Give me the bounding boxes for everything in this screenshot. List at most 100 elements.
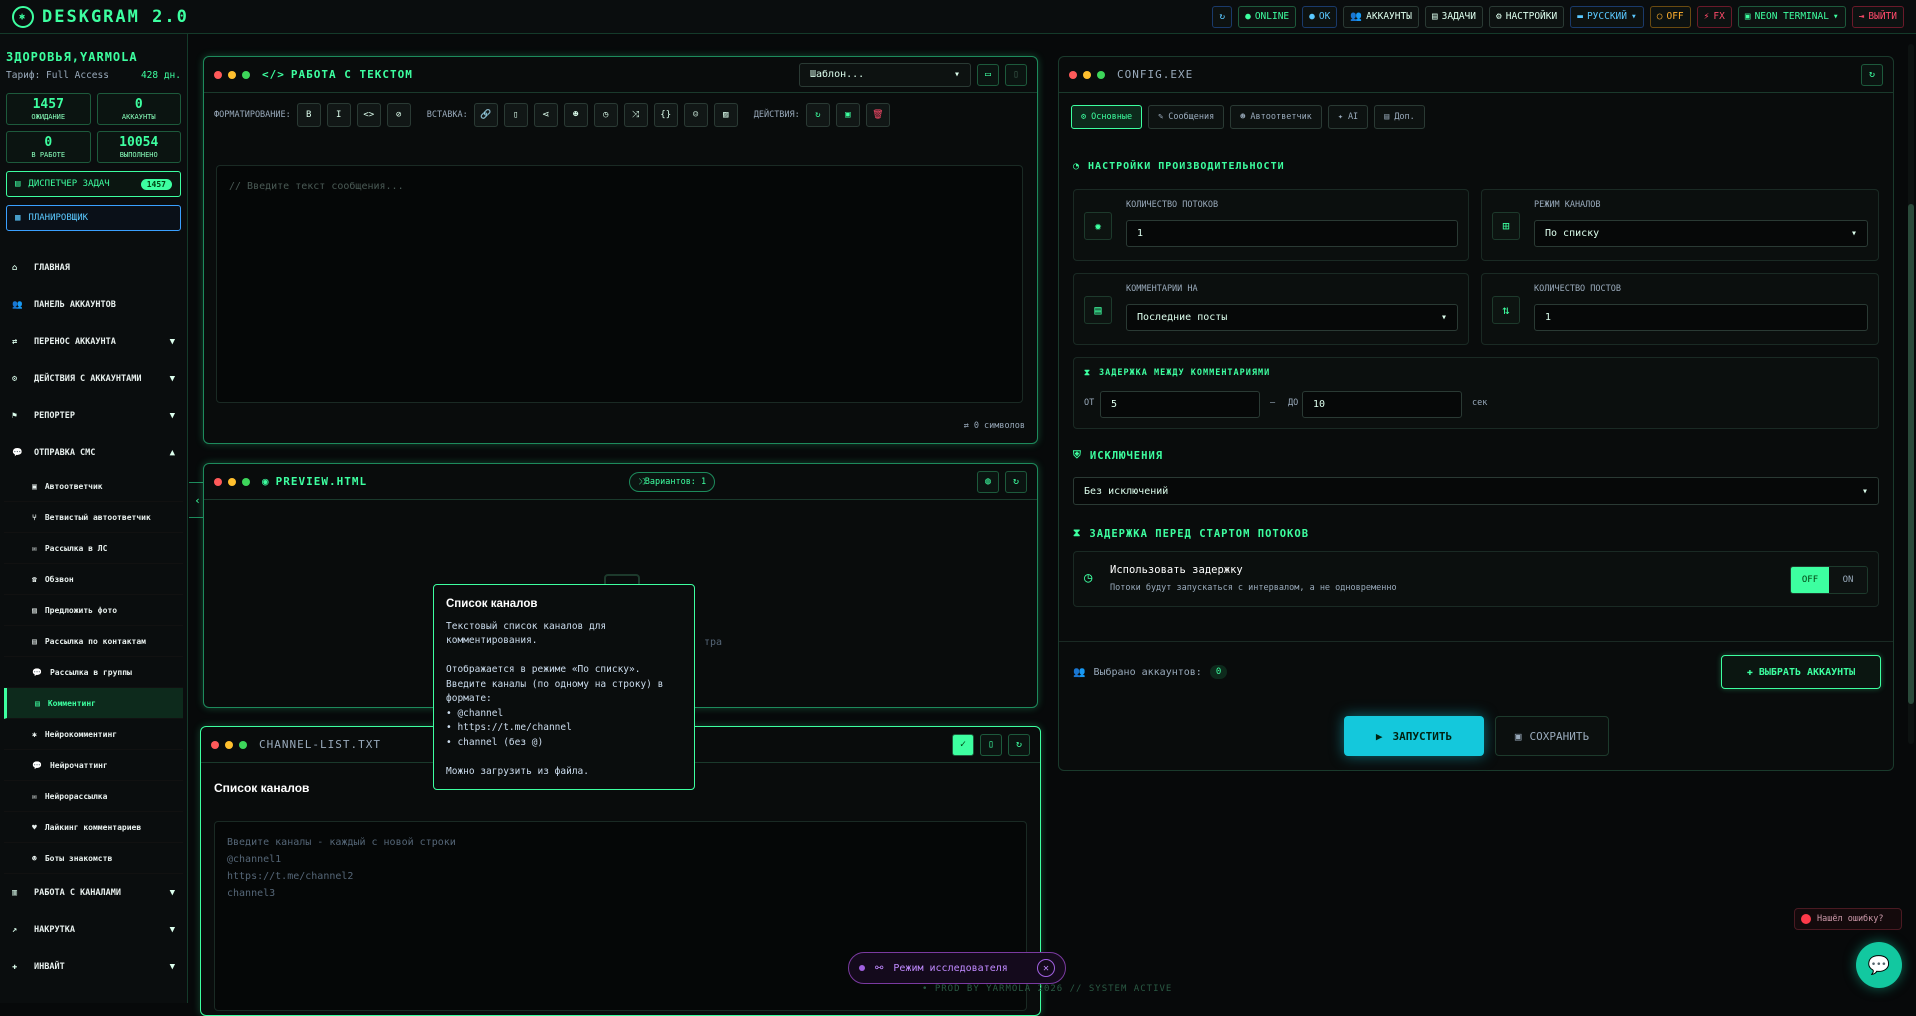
save-button[interactable]: ▣ СОХРАНИТЬ <box>1495 716 1609 756</box>
comments-on-select[interactable]: Последние посты ▾ <box>1126 304 1458 331</box>
nav-sub-branch-autoreply[interactable]: ⑂ Ветвистый автоответчик <box>4 502 183 533</box>
image-icon: ▨ <box>723 110 729 120</box>
scrollbar[interactable] <box>1908 44 1914 744</box>
off-toggle[interactable]: ○ OFF <box>1649 5 1691 28</box>
run-button[interactable]: ▶ ЗАПУСТИТЬ <box>1344 716 1484 756</box>
preview-refresh-button[interactable]: ↻ <box>1005 470 1027 493</box>
explorer-mode-pill[interactable]: ⚯ Режим исследователя ✕ <box>848 952 1066 984</box>
tab-messages[interactable]: ✎ Сообщения <box>1148 105 1225 129</box>
link-button[interactable]: 🔗 <box>473 103 498 127</box>
mail-icon: ✉ <box>32 791 37 801</box>
bot-button[interactable]: ☻ <box>563 103 588 127</box>
nav-transfer[interactable]: ⇄ ПЕРЕНОС АККАУНТА ▼ <box>0 323 187 360</box>
nav-sub-dating-bots[interactable]: ☻ Боты знакомств <box>4 843 183 874</box>
nav-home[interactable]: ⌂ ГЛАВНАЯ <box>0 249 187 286</box>
nav-sub-contacts[interactable]: ▤ Рассылка по контактам <box>4 626 183 657</box>
channel-mode-select[interactable]: По списку ▾ <box>1534 220 1868 247</box>
bookmark-icon: ▯ <box>1012 69 1020 80</box>
nav-actions[interactable]: ⚙ ДЕЙСТВИЯ С АККАУНТАМИ ▼ <box>0 360 187 397</box>
stat-in-work: 0В РАБОТЕ <box>6 131 91 163</box>
config-refresh-button[interactable]: ↻ <box>1861 63 1883 86</box>
bookmark-button[interactable]: ▯ <box>1005 63 1027 86</box>
delete-button[interactable]: 🗑 <box>865 103 890 127</box>
nav-reporter[interactable]: ⚑ РЕПОРТЕР ▼ <box>0 397 187 434</box>
choose-accounts-button[interactable]: ✚ ВЫБРАТЬ АККАУНТЫ <box>1721 655 1881 689</box>
dispatcher-button[interactable]: ▤ ДИСПЕТЧЕР ЗАДАЧ 1457 <box>6 171 181 197</box>
nav-sub-neurosend[interactable]: ✉ Нейрорассылка <box>4 781 183 812</box>
tab-extra[interactable]: ▤ Доп. <box>1374 105 1425 129</box>
variable-button[interactable]: {} <box>653 103 678 127</box>
reset-button[interactable]: ↻ <box>805 103 830 127</box>
nav-sub-dm[interactable]: ✉ Рассылка в ЛС <box>4 533 183 564</box>
clock-button[interactable]: ◷ <box>593 103 618 127</box>
use-delay-toggle[interactable]: OFF ON <box>1790 566 1868 594</box>
channel-file-button[interactable]: ▯ <box>980 733 1002 756</box>
template-select[interactable]: Шаблон... ▾ <box>799 62 971 87</box>
toggle-on[interactable]: ON <box>1829 567 1867 593</box>
robot-icon: ▣ <box>32 481 37 491</box>
nav-sub-groups[interactable]: 💬 Рассылка в группы <box>4 657 183 688</box>
accounts-button[interactable]: 👥 АККАУНТЫ <box>1343 5 1419 28</box>
selected-accounts: 👥 Выбрано аккаунтов: 0 <box>1073 665 1228 679</box>
shuffle-button[interactable]: ⤨ <box>623 103 648 127</box>
channel-refresh-button[interactable]: ↻ <box>1008 733 1030 756</box>
share-button[interactable]: ⋖ <box>533 103 558 127</box>
delay-to-input[interactable]: 10 <box>1302 391 1462 418</box>
template-folder-button[interactable]: ▭ <box>977 63 999 86</box>
palette-button[interactable]: ◍ <box>977 470 999 493</box>
nav-accounts-panel[interactable]: 👥 ПАНЕЛЬ АККАУНТОВ <box>0 286 187 323</box>
chevron-down-icon: ▼ <box>169 961 175 972</box>
toggle-off[interactable]: OFF <box>1791 567 1829 593</box>
delay-from-input[interactable]: 5 <box>1100 391 1260 418</box>
save-template-button[interactable]: ▣ <box>835 103 860 127</box>
nav-send[interactable]: 💬 ОТПРАВКА СМС ▲ <box>0 434 187 471</box>
app-logo[interactable]: ⎈ DESKGRAM 2.0 <box>12 5 189 28</box>
image-button[interactable]: ▨ <box>713 103 738 127</box>
tab-ai[interactable]: ✦ AI <box>1327 105 1369 129</box>
tab-main[interactable]: ⚙ Основные <box>1071 105 1143 129</box>
nav-sub-liking[interactable]: ♥ Лайкинг комментариев <box>4 812 183 843</box>
chevron-up-icon: ▲ <box>169 447 175 458</box>
nav-invite[interactable]: ✚ ИНВАЙТ ▼ <box>0 948 187 985</box>
nav-sub-neurochat[interactable]: 💬 Нейрочаттинг <box>4 750 183 781</box>
threads-input[interactable]: 1 <box>1126 220 1458 247</box>
theme-select[interactable]: ▣ NEON TERMINAL ▾ <box>1737 5 1846 28</box>
circle-icon: ○ <box>1656 11 1663 22</box>
spoiler-button[interactable]: ⊘ <box>386 103 411 127</box>
nav-channels[interactable]: ▥ РАБОТА С КАНАЛАМИ ▼ <box>0 874 187 911</box>
nav-sub-autoreply[interactable]: ▣ Автоответчик <box>4 471 183 502</box>
window-dot-green <box>242 477 250 486</box>
channel-check-button[interactable]: ✓ <box>952 733 974 756</box>
tasks-button[interactable]: ▤ ЗАДАЧИ <box>1424 5 1483 28</box>
message-textarea[interactable]: // Введите текст сообщения... <box>216 165 1023 403</box>
scrollbar-thumb[interactable] <box>1908 204 1914 704</box>
fx-button[interactable]: ⚡ FX <box>1696 5 1732 28</box>
refresh-button[interactable]: ↻ <box>1212 5 1233 28</box>
comment-icon: ▤ <box>35 698 40 708</box>
nav-sub-commenting[interactable]: ▤ Комментинг <box>4 688 183 719</box>
close-icon[interactable]: ✕ <box>1037 959 1055 977</box>
status-ok: ● OK <box>1302 5 1338 28</box>
settings-button[interactable]: ⚙ НАСТРОЙКИ <box>1489 5 1565 28</box>
clock-icon: ◷ <box>1084 570 1093 586</box>
tab-autoreply[interactable]: ☻ Автоответчик <box>1230 105 1322 129</box>
exclusions-select[interactable]: Без исключений ▾ <box>1073 477 1879 505</box>
scheduler-button[interactable]: ▦ ПЛАНИРОВЩИК <box>6 205 181 231</box>
channel-list-tooltip: Список каналов Текстовый список каналов … <box>433 584 695 790</box>
posts-count-input[interactable]: 1 <box>1534 304 1868 331</box>
doc-icon: ▤ <box>1384 112 1390 122</box>
nav-sub-call[interactable]: ☎ Обзвон <box>4 564 183 595</box>
logout-button[interactable]: ⇥ ВЫЙТИ <box>1851 5 1904 28</box>
code-button[interactable]: <> <box>356 103 381 127</box>
nav-boost[interactable]: ↗ НАКРУТКА ▼ <box>0 911 187 948</box>
nav-sub-photo[interactable]: ▨ Предложить фото <box>4 595 183 626</box>
building-icon: ▥ <box>12 887 18 898</box>
bold-button[interactable]: B <box>296 103 321 127</box>
italic-button[interactable]: I <box>326 103 351 127</box>
report-bug-button[interactable]: Нашёл ошибку? <box>1794 908 1902 930</box>
nav-sub-neurocomment[interactable]: ✱ Нейрокомментинг <box>4 719 183 750</box>
file-button[interactable]: ▯ <box>503 103 528 127</box>
emoji-button[interactable]: ☺ <box>683 103 708 127</box>
language-select[interactable]: ▬ РУССКИЙ ▾ <box>1570 5 1644 28</box>
chat-fab[interactable]: 💬 <box>1856 942 1902 988</box>
